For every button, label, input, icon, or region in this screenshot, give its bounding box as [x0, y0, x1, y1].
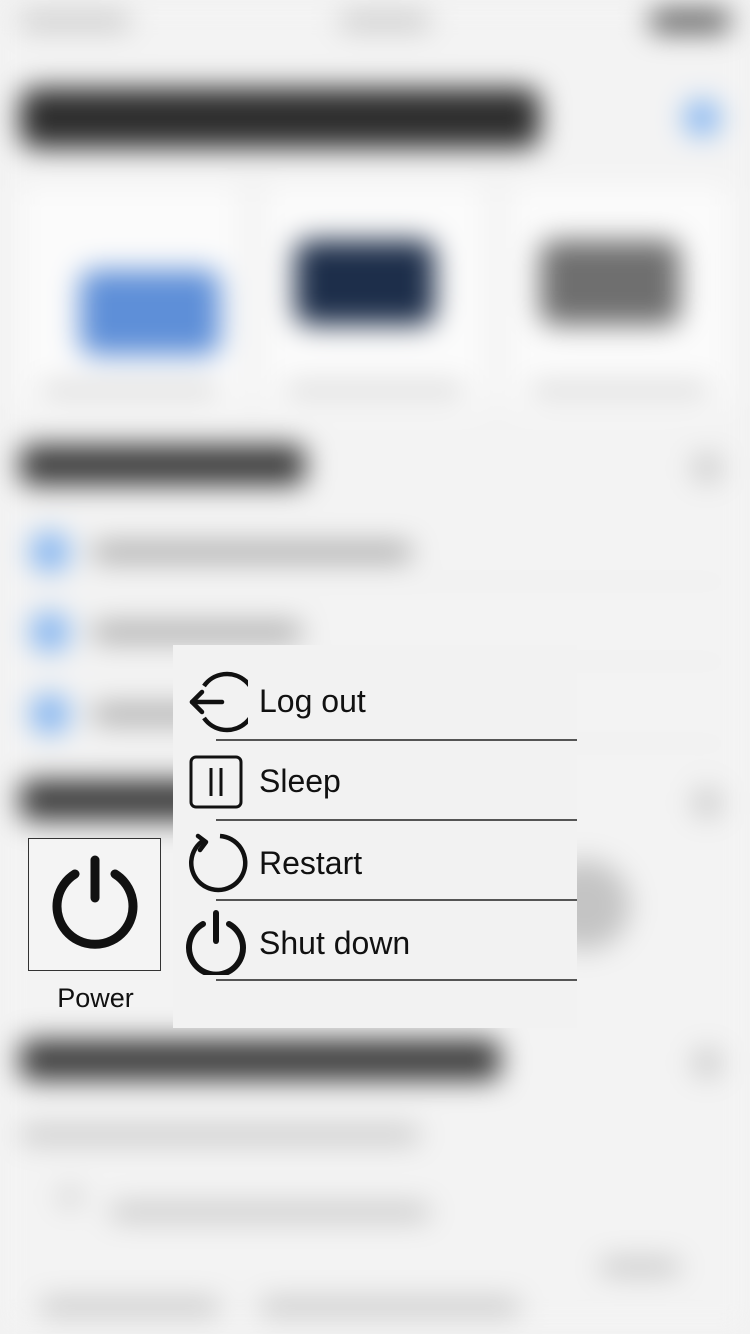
page-title-blurred: [20, 88, 540, 148]
restart-icon: [183, 829, 249, 895]
power-button[interactable]: [28, 838, 161, 971]
menu-item-label: Shut down: [259, 925, 411, 961]
menu-item-label: Log out: [259, 683, 366, 719]
section-title-blurred: [20, 445, 305, 485]
section-title-blurred-3: [20, 1040, 500, 1080]
menu-item-label: Restart: [259, 845, 363, 881]
power-menu: Log out Sleep Restart Shut down: [173, 645, 577, 1028]
computer-cards-blurred: [20, 185, 730, 415]
power-label: Power: [57, 983, 134, 1013]
power-icon: [47, 854, 143, 955]
menu-item-sleep[interactable]: Sleep: [173, 741, 577, 821]
menu-item-label: Sleep: [259, 763, 341, 799]
menu-item-shut-down[interactable]: Shut down: [173, 901, 577, 981]
menu-item-log-out[interactable]: Log out: [173, 661, 577, 741]
shut-down-icon: [183, 909, 249, 975]
sleep-icon: [183, 749, 249, 815]
menu-item-restart[interactable]: Restart: [173, 821, 577, 901]
add-button-blurred: [684, 100, 720, 136]
log-out-icon: [183, 669, 249, 735]
menu-separator: [216, 979, 577, 981]
status-bar: [20, 8, 730, 34]
